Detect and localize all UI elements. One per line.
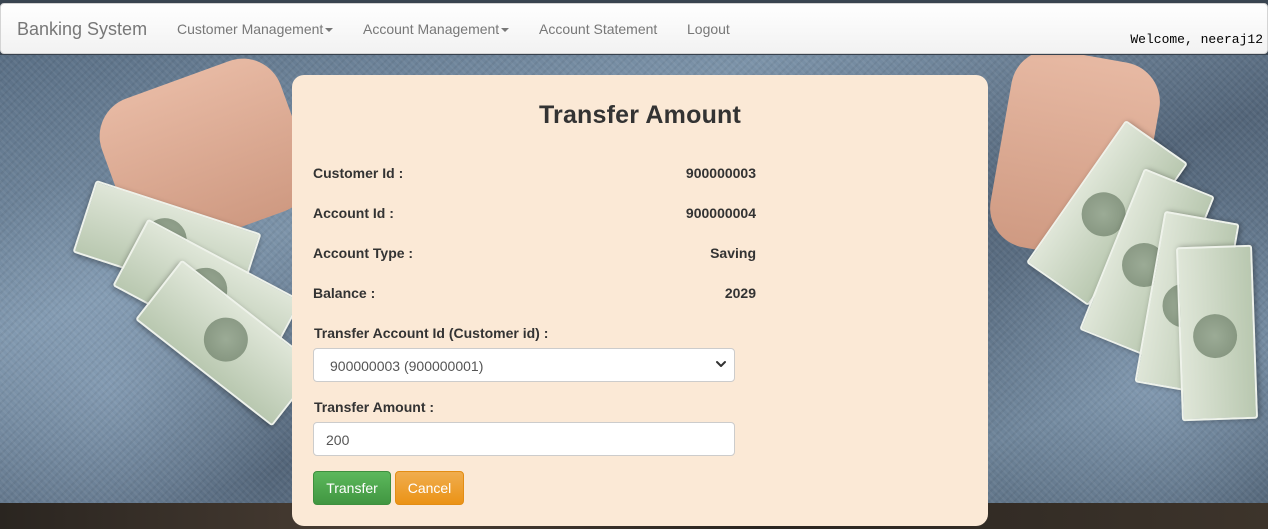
nav-label: Customer Management <box>177 21 324 37</box>
transfer-amount-label: Transfer Amount : <box>314 399 435 415</box>
cancel-button[interactable]: Cancel <box>395 471 464 505</box>
info-value: 900000003 <box>685 165 756 181</box>
info-value: Saving <box>710 245 756 261</box>
nav-customer-management[interactable]: Customer Management <box>177 21 334 37</box>
transfer-amount-input[interactable]: 200 <box>313 422 735 456</box>
nav-label: Logout <box>687 21 730 37</box>
transfer-account-select[interactable]: 900000003 (900000001) <box>313 348 735 382</box>
caret-down-icon <box>325 28 334 33</box>
nav-label: Account Statement <box>539 21 658 37</box>
nav-account-management[interactable]: Account Management <box>363 21 510 37</box>
info-label: Customer Id : <box>313 165 404 181</box>
welcome-text: Welcome, neeraj12 <box>1130 32 1263 47</box>
nav-label: Account Management <box>363 21 500 37</box>
caret-down-icon <box>501 28 510 33</box>
transfer-account-label: Transfer Account Id (Customer id) : <box>314 325 549 341</box>
brand-link[interactable]: Banking System <box>17 19 147 40</box>
info-row-balance: Balance : 2029 <box>313 285 756 305</box>
info-value: 2029 <box>724 285 756 301</box>
banknote <box>1175 244 1259 422</box>
nav-logout[interactable]: Logout <box>687 21 730 37</box>
transfer-form-card: Transfer Amount Customer Id : 900000003 … <box>292 75 988 526</box>
info-label: Account Id : <box>313 205 394 221</box>
navbar: Banking System Customer Management Accou… <box>0 3 1268 54</box>
info-label: Balance : <box>313 285 376 301</box>
select-value: 900000003 (900000001) <box>330 358 484 374</box>
info-row-account-type: Account Type : Saving <box>313 245 756 265</box>
info-row-customer-id: Customer Id : 900000003 <box>313 165 756 185</box>
page-title: Transfer Amount <box>538 101 742 129</box>
input-value: 200 <box>326 432 350 448</box>
info-row-account-id: Account Id : 900000004 <box>313 205 756 225</box>
info-label: Account Type : <box>313 245 414 261</box>
chevron-down-icon <box>716 361 726 367</box>
info-value: 900000004 <box>685 205 756 221</box>
nav-account-statement[interactable]: Account Statement <box>539 21 657 37</box>
transfer-button[interactable]: Transfer <box>313 471 391 505</box>
